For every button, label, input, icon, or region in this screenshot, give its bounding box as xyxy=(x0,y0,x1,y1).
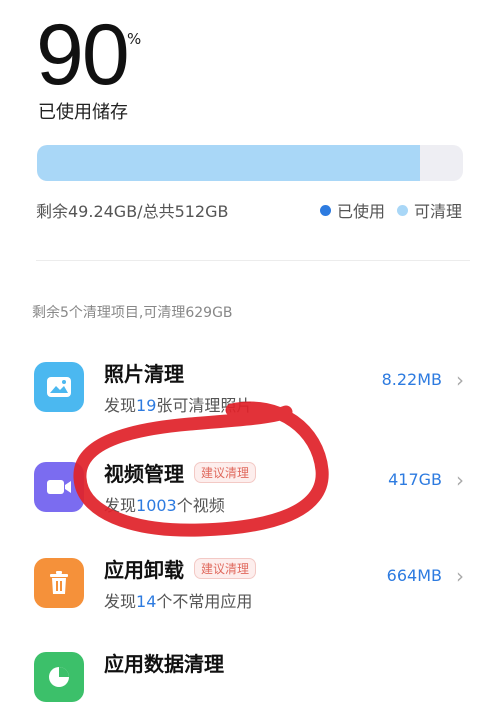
chevron-right-icon: › xyxy=(456,564,464,588)
chevron-right-icon: › xyxy=(456,368,464,392)
suggest-clean-badge: 建议清理 xyxy=(194,462,257,483)
used-storage-label: 已使用储存 xyxy=(38,102,128,123)
list-item-video-management[interactable]: 视频管理 建议清理 发现1003个视频 417GB › xyxy=(0,454,500,536)
list-item-app-uninstall[interactable]: 应用卸载 建议清理 发现14个不常用应用 664MB › xyxy=(0,550,500,632)
list-item-app-data-cleanup[interactable]: 应用数据清理 xyxy=(0,644,500,726)
storage-bar-fill xyxy=(37,145,421,181)
chevron-right-icon: › xyxy=(456,468,464,492)
legend-used-label: 已使用 xyxy=(336,202,385,221)
item-size: 664MB xyxy=(386,566,442,585)
item-subtitle: 发现19张可清理照片 xyxy=(104,396,253,415)
percent-sign: % xyxy=(127,30,142,48)
storage-bar xyxy=(37,145,463,181)
cleanup-summary: 剩余5个清理项目,可清理629GB xyxy=(32,305,233,321)
legend-cleanable-dot-icon xyxy=(396,204,408,216)
item-size: 8.22MB xyxy=(381,370,442,389)
video-icon xyxy=(34,462,84,512)
item-title: 照片清理 xyxy=(104,362,184,386)
item-size: 417GB xyxy=(388,470,442,489)
pie-chart-icon xyxy=(34,652,84,702)
legend-used: 已使用 xyxy=(319,198,385,222)
storage-legend: 已使用 可清理 xyxy=(308,198,462,222)
photo-icon xyxy=(34,362,84,412)
list-item-photo-cleanup[interactable]: 照片清理 发现19张可清理照片 8.22MB › xyxy=(0,354,500,436)
item-title: 视频管理 建议清理 xyxy=(104,458,257,487)
item-title: 应用卸载 建议清理 xyxy=(104,554,257,583)
legend-cleanable: 可清理 xyxy=(396,198,462,222)
storage-summary: 剩余49.24GB/总共512GB xyxy=(36,202,229,221)
suggest-clean-badge: 建议清理 xyxy=(194,558,257,579)
storage-percent: 90 xyxy=(36,7,130,103)
legend-cleanable-label: 可清理 xyxy=(413,202,462,221)
legend-used-dot-icon xyxy=(319,204,331,216)
item-subtitle: 发现1003个视频 xyxy=(104,496,225,515)
divider xyxy=(36,260,470,261)
trash-icon xyxy=(34,558,84,608)
item-subtitle: 发现14个不常用应用 xyxy=(104,592,253,611)
item-title: 应用数据清理 xyxy=(104,652,224,676)
